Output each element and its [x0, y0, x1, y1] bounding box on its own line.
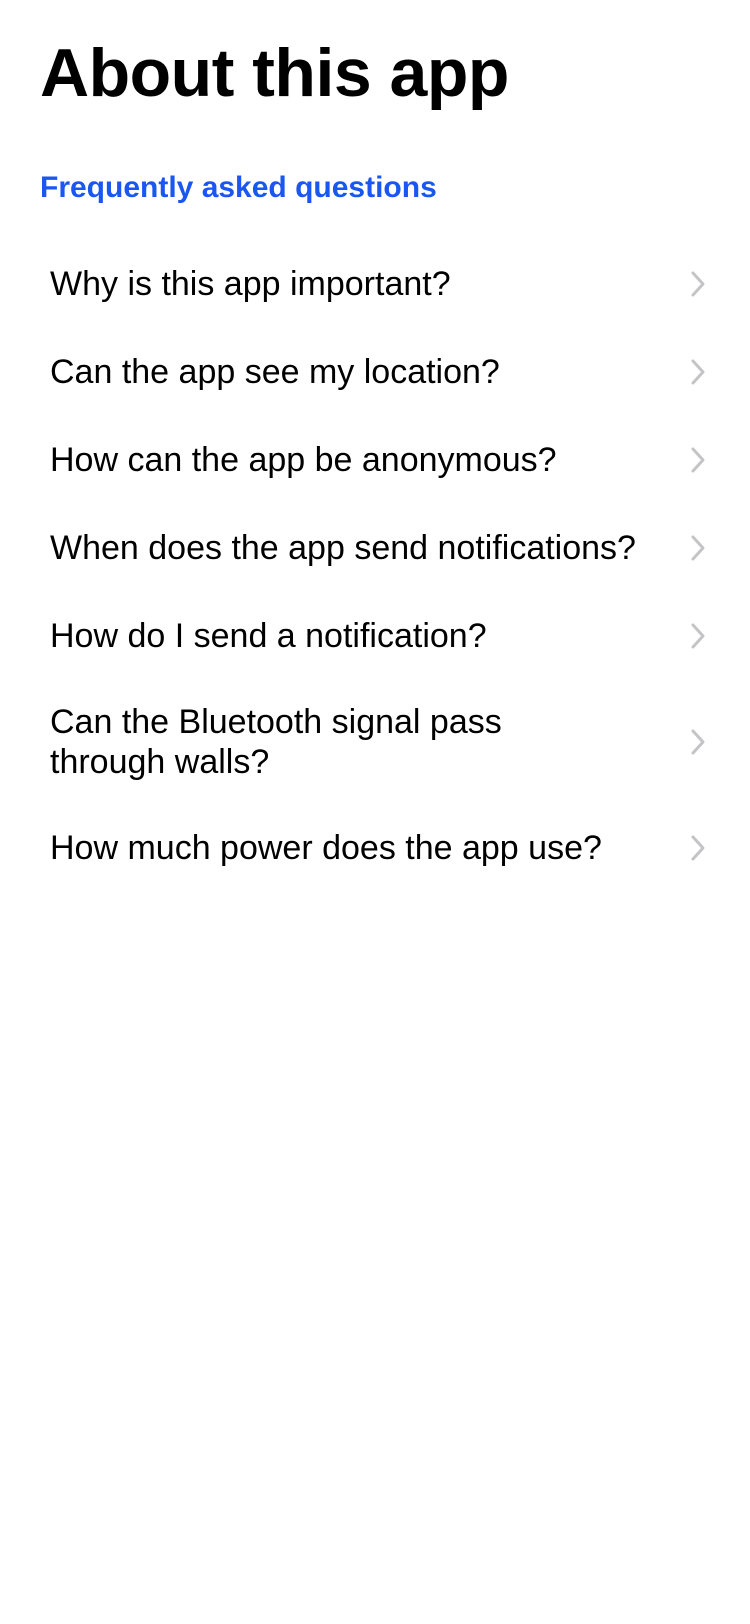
- faq-item-label: When does the app send notifications?: [50, 529, 636, 567]
- faq-item-bluetooth-walls[interactable]: Can the Bluetooth signal pass through wa…: [0, 680, 750, 804]
- chevron-right-icon: [690, 728, 706, 756]
- faq-item-label: Why is this app important?: [50, 265, 451, 303]
- faq-item-label: How much power does the app use?: [50, 829, 602, 867]
- faq-item-power-usage[interactable]: How much power does the app use?: [0, 804, 750, 892]
- faq-item-label: How do I send a notification?: [50, 617, 487, 655]
- chevron-right-icon: [690, 834, 706, 862]
- faq-section-header: Frequently asked questions: [40, 171, 437, 204]
- faq-item-importance[interactable]: Why is this app important?: [0, 240, 750, 328]
- chevron-right-icon: [690, 358, 706, 386]
- chevron-right-icon: [690, 534, 706, 562]
- faq-item-label: Can the app see my location?: [50, 353, 500, 391]
- faq-item-location[interactable]: Can the app see my location?: [0, 328, 750, 416]
- chevron-right-icon: [690, 446, 706, 474]
- page-title: About this app: [40, 35, 509, 111]
- about-screen: About this app Frequently asked question…: [0, 0, 750, 1624]
- faq-item-send-notification[interactable]: How do I send a notification?: [0, 592, 750, 680]
- chevron-right-icon: [690, 270, 706, 298]
- faq-item-label: How can the app be anonymous?: [50, 441, 557, 479]
- faq-item-notifications-when[interactable]: When does the app send notifications?: [0, 504, 750, 592]
- faq-item-anonymous[interactable]: How can the app be anonymous?: [0, 416, 750, 504]
- faq-item-label: Can the Bluetooth signal pass through wa…: [50, 703, 502, 781]
- faq-list: Why is this app important? Can the app s…: [0, 240, 750, 892]
- chevron-right-icon: [690, 622, 706, 650]
